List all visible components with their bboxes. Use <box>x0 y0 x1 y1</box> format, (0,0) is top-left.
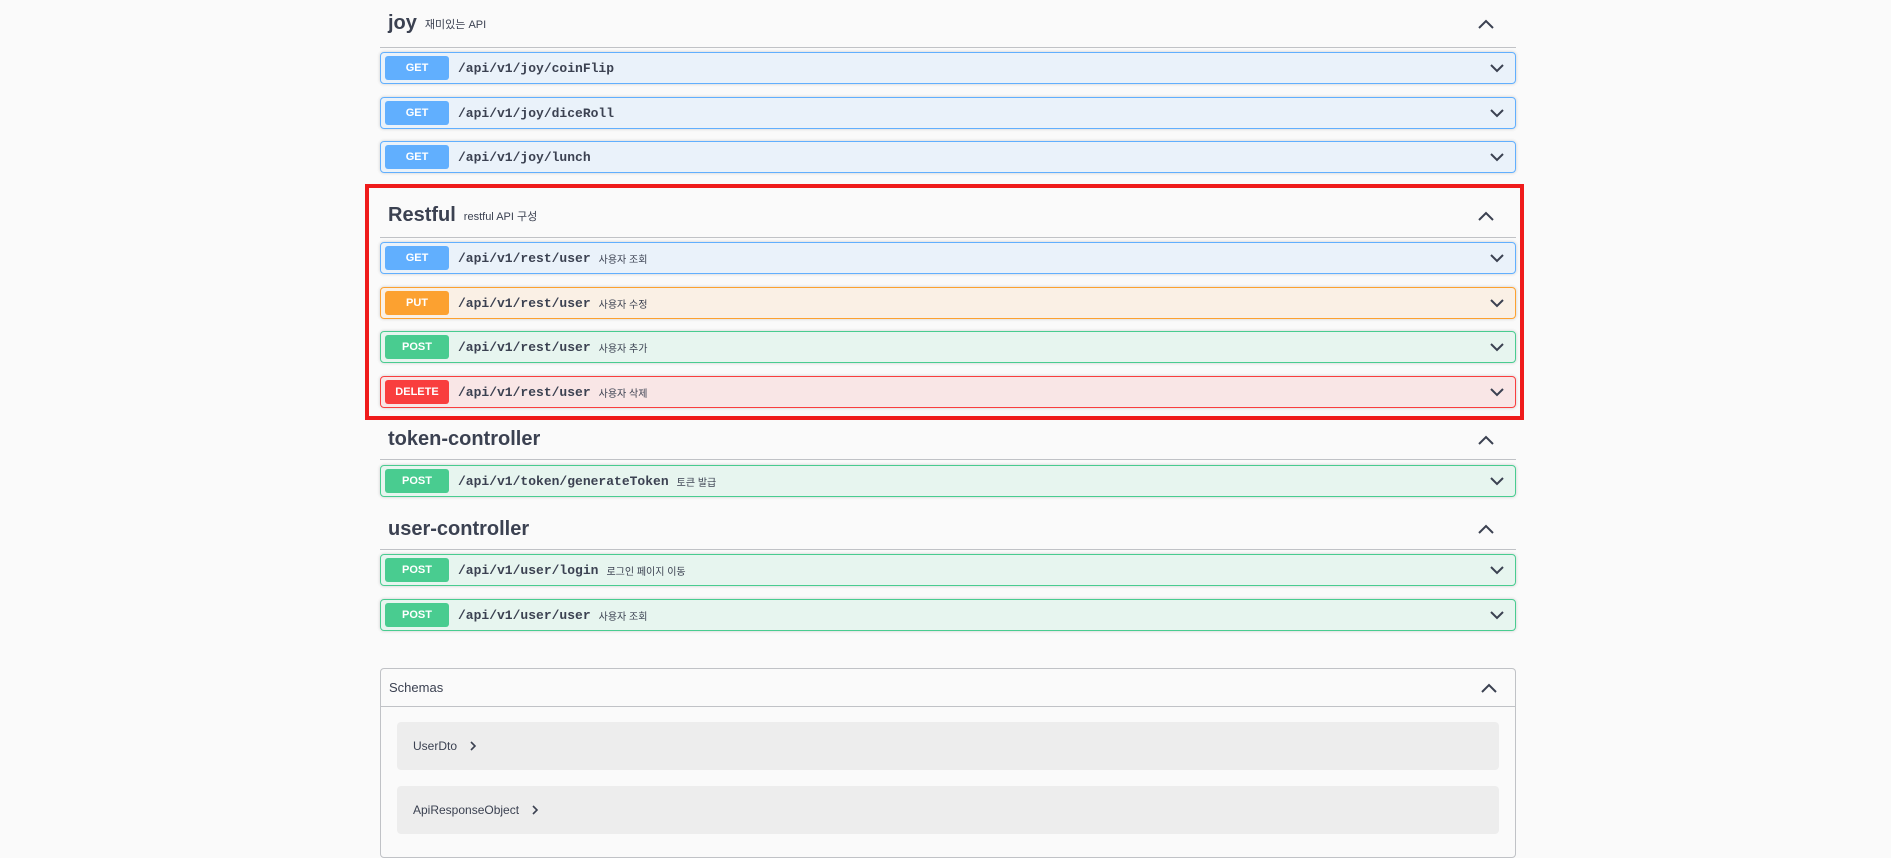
model-name: ApiResponseObject <box>413 803 520 817</box>
chevron-right-icon[interactable] <box>469 740 481 752</box>
chevron-down-icon[interactable] <box>1489 250 1505 266</box>
schemas-title: Schemas <box>389 680 444 695</box>
schemas-header[interactable]: Schemas <box>381 669 1515 707</box>
model-apiresponseobject[interactable]: ApiResponseObject <box>397 786 1499 834</box>
model-name: UserDto <box>413 739 458 753</box>
chevron-down-icon[interactable] <box>1489 473 1505 489</box>
operation-post-rest-user[interactable]: POST /api/v1/rest/user 사용자 추가 <box>380 331 1516 363</box>
operation-get-diceroll[interactable]: GET /api/v1/joy/diceRoll <box>380 97 1516 129</box>
operation-post-user-login[interactable]: POST /api/v1/user/login 로그인 페이지 이동 <box>380 554 1516 586</box>
method-badge: GET <box>385 246 449 270</box>
tag-description: 재미있는 API <box>424 18 487 31</box>
method-badge: POST <box>385 603 449 627</box>
operation-post-user-user[interactable]: POST /api/v1/user/user 사용자 조회 <box>380 599 1516 631</box>
operation-summary: 사용자 조회 <box>598 611 648 623</box>
method-badge: POST <box>385 558 449 582</box>
chevron-up-icon[interactable] <box>1476 206 1496 226</box>
operation-delete-rest-user[interactable]: DELETE /api/v1/rest/user 사용자 삭제 <box>380 376 1516 408</box>
tag-header-restful[interactable]: Restful restful API 구성 <box>380 194 1516 238</box>
chevron-down-icon[interactable] <box>1489 607 1505 623</box>
method-badge: GET <box>385 56 449 80</box>
operation-put-rest-user[interactable]: PUT /api/v1/rest/user 사용자 수정 <box>380 287 1516 319</box>
operation-path: /api/v1/joy/coinFlip <box>458 60 615 76</box>
method-badge: POST <box>385 469 449 493</box>
chevron-down-icon[interactable] <box>1489 562 1505 578</box>
chevron-down-icon[interactable] <box>1489 384 1505 400</box>
tag-name: joy <box>388 12 417 34</box>
tag-header-joy[interactable]: joy 재미있는 API <box>380 0 1516 48</box>
method-badge: GET <box>385 145 449 169</box>
operation-get-rest-user[interactable]: GET /api/v1/rest/user 사용자 조회 <box>380 242 1516 274</box>
operation-summary: 로그인 페이지 이동 <box>606 566 686 578</box>
operation-path: /api/v1/user/user <box>458 607 591 623</box>
chevron-down-icon[interactable] <box>1489 149 1505 165</box>
tag-description: restful API 구성 <box>463 210 538 223</box>
method-badge: PUT <box>385 291 449 315</box>
schemas-section: Schemas UserDto ApiResponseObject <box>380 668 1516 858</box>
operation-path: /api/v1/token/generateToken <box>458 473 669 489</box>
operation-path: /api/v1/joy/diceRoll <box>458 105 615 121</box>
method-badge: GET <box>385 101 449 125</box>
method-badge: DELETE <box>385 380 449 404</box>
operation-post-generate-token[interactable]: POST /api/v1/token/generateToken 토큰 발급 <box>380 465 1516 497</box>
operation-summary: 사용자 조회 <box>598 254 648 266</box>
chevron-down-icon[interactable] <box>1489 295 1505 311</box>
operation-path: /api/v1/rest/user <box>458 250 591 266</box>
chevron-up-icon[interactable] <box>1476 430 1496 450</box>
chevron-up-icon[interactable] <box>1476 519 1496 539</box>
chevron-up-icon[interactable] <box>1479 678 1499 698</box>
tag-name: user-controller <box>388 517 530 540</box>
tag-name: token-controller <box>388 428 541 450</box>
chevron-up-icon[interactable] <box>1476 14 1496 34</box>
tag-header-user-controller[interactable]: user-controller <box>380 509 1516 550</box>
operation-summary: 사용자 수정 <box>598 299 648 311</box>
operation-path: /api/v1/rest/user <box>458 384 591 400</box>
operation-get-lunch[interactable]: GET /api/v1/joy/lunch <box>380 141 1516 173</box>
chevron-down-icon[interactable] <box>1489 339 1505 355</box>
tag-header-token-controller[interactable]: token-controller <box>380 420 1516 460</box>
operation-path: /api/v1/user/login <box>458 562 599 578</box>
operation-summary: 사용자 삭제 <box>598 388 648 400</box>
operation-summary: 토큰 발급 <box>676 477 717 489</box>
tag-name: Restful <box>388 204 456 226</box>
operation-summary: 사용자 추가 <box>598 343 648 355</box>
operation-get-coinflip[interactable]: GET /api/v1/joy/coinFlip <box>380 52 1516 84</box>
model-userdto[interactable]: UserDto <box>397 722 1499 770</box>
operation-path: /api/v1/rest/user <box>458 339 591 355</box>
chevron-down-icon[interactable] <box>1489 60 1505 76</box>
operation-path: /api/v1/joy/lunch <box>458 149 591 165</box>
method-badge: POST <box>385 335 449 359</box>
operation-path: /api/v1/rest/user <box>458 295 591 311</box>
chevron-down-icon[interactable] <box>1489 105 1505 121</box>
chevron-right-icon[interactable] <box>531 804 543 816</box>
